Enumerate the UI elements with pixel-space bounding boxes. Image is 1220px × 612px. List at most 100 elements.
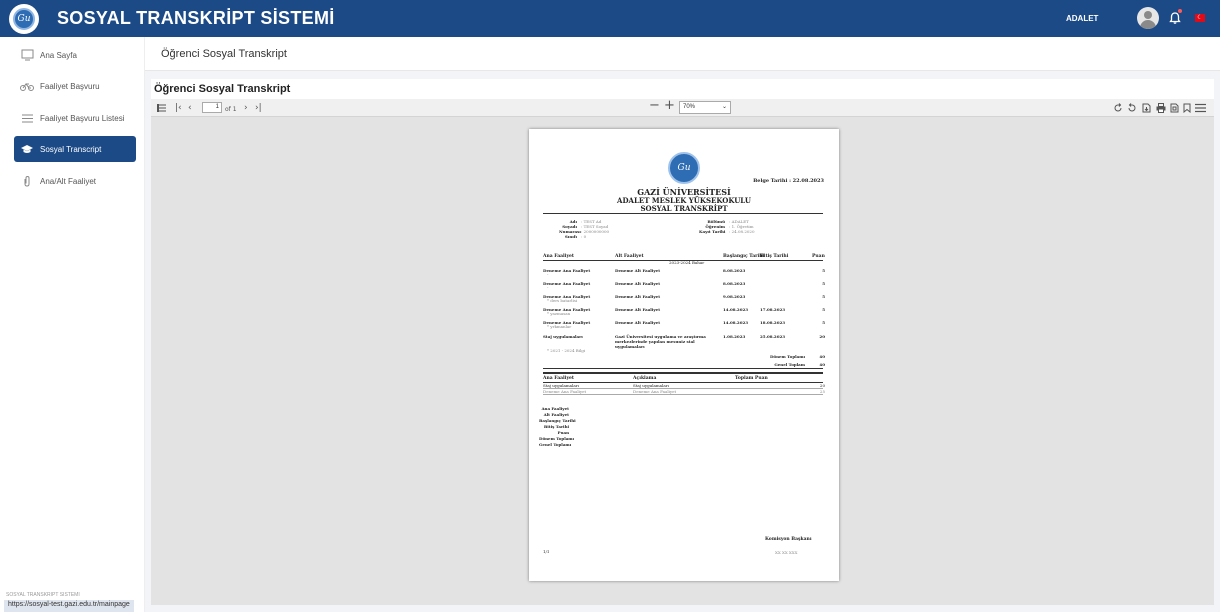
sidebar-item-label: Ana Sayfa <box>40 50 77 60</box>
breadcrumb-title: Öğrenci Sosyal Transkript <box>161 48 287 60</box>
legend-label: Bitiş Tarihi <box>543 424 569 429</box>
flag-crescent: ☾ <box>1197 14 1203 21</box>
divider <box>543 213 823 214</box>
zoom-value: 70% <box>683 104 696 110</box>
row-puan: 5 <box>822 268 825 273</box>
avatar[interactable] <box>1137 7 1159 29</box>
row-start: 14.08.2023 <box>723 320 749 325</box>
row-start: 8.08.2023 <box>723 268 746 273</box>
row-start: 14.08.2023 <box>723 307 749 312</box>
app-title[interactable]: SOSYAL TRANSKRİPT SİSTEMİ <box>57 8 335 29</box>
row-puan: 5 <box>822 294 825 299</box>
table-header: Bitiş Tarihi <box>760 254 789 259</box>
row-note: - <box>547 285 549 290</box>
table-header: Ana Faaliyet <box>543 254 575 259</box>
info-label: Kayıt Tarihi <box>699 229 726 234</box>
notification-bell-icon[interactable] <box>1168 11 1182 25</box>
notification-badge <box>1178 9 1182 13</box>
legend-label: Genel Toplamı <box>539 442 572 447</box>
divider <box>543 382 823 383</box>
zoom-in-icon[interactable]: + <box>664 99 675 113</box>
next-page-icon[interactable]: › <box>244 101 248 115</box>
row-note: * yrkmanlar <box>547 324 572 329</box>
transcript-card: Öğrenci Sosyal Transkript |‹ ‹ 1 of 1 › … <box>151 79 1214 605</box>
divider <box>543 368 823 369</box>
row-ana: Staj uygulamaları <box>543 334 583 339</box>
row-puan: 5 <box>822 281 825 286</box>
download-icon[interactable] <box>1170 103 1179 113</box>
row-alt: Deneme Alt Faaliyet <box>615 320 661 325</box>
row-note: * yazmasan <box>547 311 571 316</box>
legend-label: Başlangıç Tarihi <box>539 418 576 423</box>
divider <box>543 394 823 395</box>
zoom-out-icon[interactable]: − <box>649 99 660 113</box>
legend-label: Puan <box>557 430 569 435</box>
university-seal-icon: Gu <box>668 152 700 184</box>
user-name[interactable]: ADALET <box>1066 14 1098 23</box>
page-count: of 1 <box>225 106 237 113</box>
page-number-input[interactable]: 1 <box>202 102 222 113</box>
first-page-icon[interactable]: |‹ <box>175 101 182 115</box>
last-page-icon[interactable]: ›| <box>255 101 262 115</box>
row-alt: Deneme Alt Faaliyet <box>615 281 661 286</box>
main-content: Öğrenci Sosyal Transkript Öğrenci Sosyal… <box>145 37 1220 612</box>
donem-total-value: 40 <box>819 354 825 359</box>
tools-menu-icon[interactable] <box>1195 103 1206 113</box>
bookmark-icon[interactable] <box>1183 103 1191 113</box>
logo-emblem-icon: Gu <box>13 8 35 30</box>
row-puan: 5 <box>822 307 825 312</box>
sidebar-item-ana-alt-faaliyet[interactable]: Ana/Alt Faaliyet <box>14 168 136 194</box>
legend-label: Dönem Toplamı <box>539 436 575 441</box>
donem-total-label: Dönem Toplamı <box>769 354 805 359</box>
sidebar-item-sosyal-transcript[interactable]: Sosyal Transcript <box>14 136 136 162</box>
row-start: 9.08.2023 <box>723 294 746 299</box>
status-url: https://sosyal-test.gazi.edu.tr/mainpage <box>4 600 134 612</box>
sidebar-item-faaliyet-basvuru[interactable]: Faaliyet Başvuru <box>14 73 136 99</box>
sidebar-item-label: Faaliyet Başvuru Listesi <box>40 113 125 123</box>
summary-header: Toplam Puan <box>735 376 768 381</box>
list-icon <box>20 111 34 125</box>
legend-label: Ana Faaliyet <box>541 406 569 411</box>
rotate-counterclockwise-icon[interactable] <box>1127 103 1137 113</box>
row-end: 25.08.2023 <box>760 334 786 339</box>
table-header: Puan <box>812 254 825 259</box>
signer-sub: XX XX XXX <box>775 550 798 555</box>
info-value: : 24.08.2020 <box>729 229 755 234</box>
university-logo[interactable]: Gu <box>9 4 39 34</box>
table-header: Başlangıç Tarihi <box>723 254 765 259</box>
summary-header: Ana Faaliyet <box>543 376 575 381</box>
print-icon[interactable] <box>1156 103 1166 113</box>
row-alt: Deneme Alt Faaliyet <box>615 268 661 273</box>
prev-term-note: * 2021 - 2024 Bilgi <box>547 348 586 353</box>
pdf-viewer[interactable]: |‹ ‹ 1 of 1 › ›| − + 70% ⌄ Gu Belge Tari… <box>151 99 1214 605</box>
paperclip-icon <box>20 174 34 188</box>
zoom-select[interactable]: 70% ⌄ <box>679 101 731 114</box>
row-alt: Deneme Alt Faaliyet <box>615 294 661 299</box>
graduation-cap-icon <box>20 142 34 156</box>
sidebar-toggle-icon[interactable] <box>157 104 166 112</box>
sidebar-item-faaliyet-basvuru-listesi[interactable]: Faaliyet Başvuru Listesi <box>14 105 136 131</box>
open-file-icon[interactable] <box>1142 103 1151 113</box>
breadcrumb: Öğrenci Sosyal Transkript <box>145 37 1220 71</box>
sidebar-item-label: Faaliyet Başvuru <box>40 81 100 91</box>
sidebar: Ana Sayfa Faaliyet Başvuru Faaliyet Başv… <box>0 37 145 612</box>
term-label: 2023-2024 Bahar <box>669 260 705 265</box>
legend-label: Alt Faaliyet <box>543 412 569 417</box>
sidebar-item-ana-sayfa[interactable]: Ana Sayfa <box>14 42 136 68</box>
previous-page-icon[interactable]: ‹ <box>188 101 192 115</box>
turkish-flag-icon[interactable]: ☾ <box>1195 14 1205 22</box>
info-value: : 0 <box>581 234 587 239</box>
chevron-down-icon: ⌄ <box>721 104 727 110</box>
row-start: 8.08.2023 <box>723 281 746 286</box>
table-header: Alt Faaliyet <box>615 254 644 259</box>
row-note: - <box>547 272 549 277</box>
card-title: Öğrenci Sosyal Transkript <box>154 83 291 95</box>
sidebar-item-label: Ana/Alt Faaliyet <box>40 176 97 186</box>
info-label: Sınıfı <box>564 234 577 239</box>
document-title: SOSYAL TRANSKRİPT <box>640 204 728 213</box>
row-note: * ders batarlisi <box>547 298 578 303</box>
rotate-clockwise-icon[interactable] <box>1113 103 1123 113</box>
page-indicator: 1/1 <box>543 549 550 554</box>
row-alt: Deneme Alt Faaliyet <box>615 307 661 312</box>
monitor-icon <box>20 48 34 62</box>
